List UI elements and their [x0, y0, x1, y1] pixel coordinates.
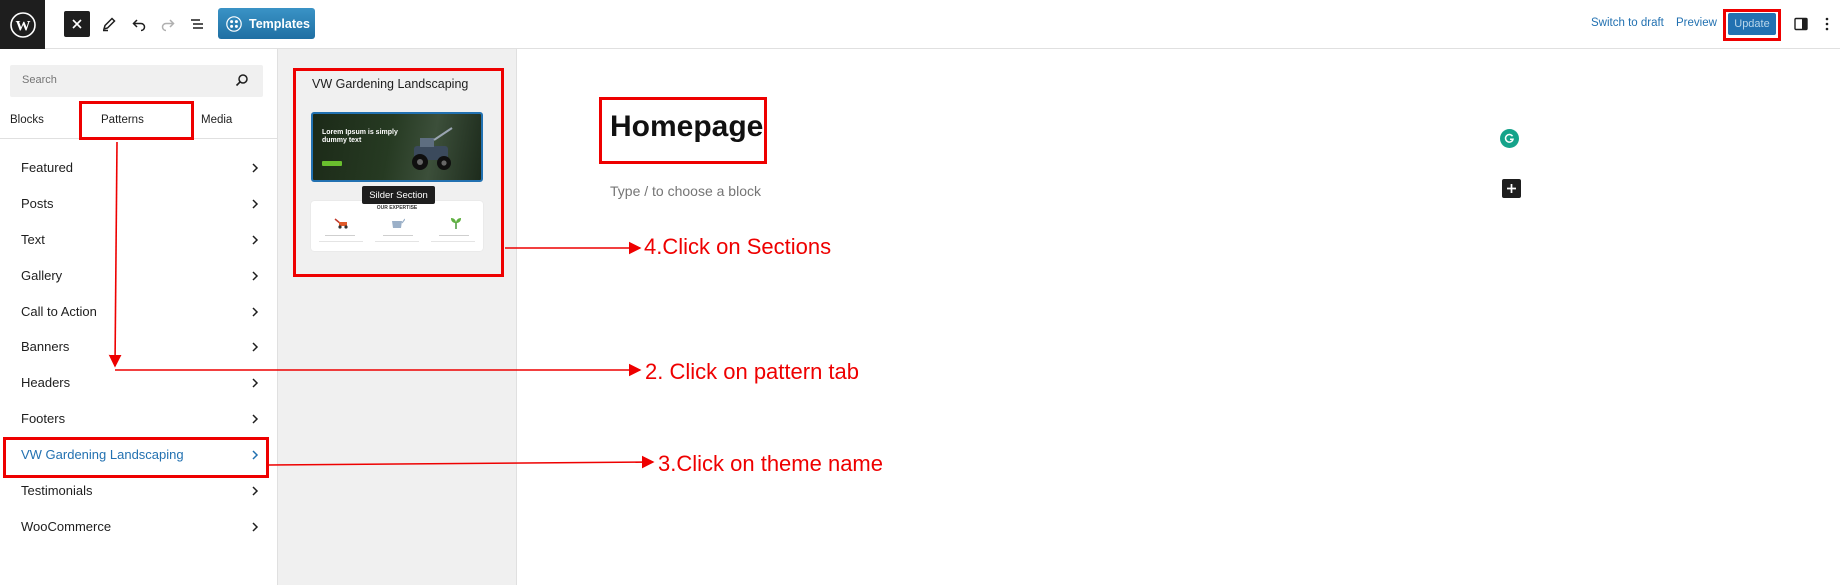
annotation-arrows — [108, 141, 655, 469]
annotation-step2: 2. Click on pattern tab — [645, 359, 860, 384]
annotation-step4: 4.Click on Sections — [644, 234, 832, 259]
annotation-step3: 3.Click on theme name — [658, 451, 883, 476]
